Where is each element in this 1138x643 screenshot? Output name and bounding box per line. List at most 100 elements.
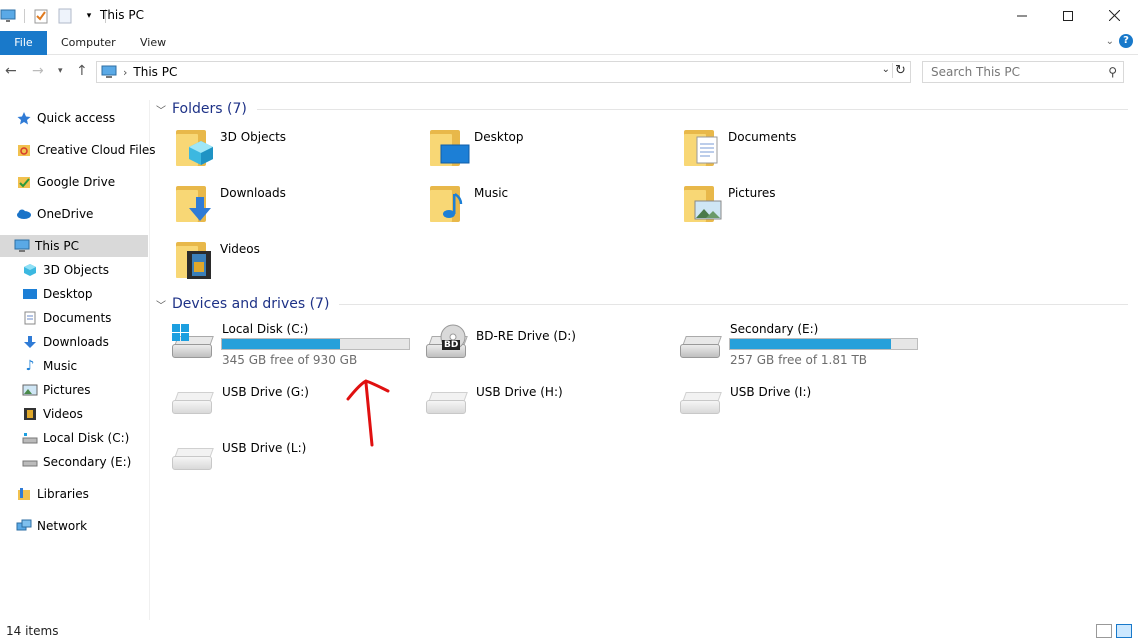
drive-tile-local-disk-c[interactable]: Local Disk (C:) 345 GB free of 930 GB [170,322,410,370]
sidebar-item-label: Downloads [43,335,109,349]
drive-tile-bd-re-d[interactable]: BD BD-RE Drive (D:) [424,322,664,370]
collapse-chevron-icon[interactable]: ﹀ [156,297,166,312]
folder-tile-desktop[interactable]: Desktop [428,126,524,170]
folder-label: Desktop [474,130,524,144]
sidebar-item-videos[interactable]: Videos [22,403,170,425]
content-pane: ﹀ Folders (7) 3D Objects Desktop Documen… [152,90,1132,620]
forward-arrow-icon[interactable]: → [32,63,44,79]
address-dropdown-icon[interactable]: ⌄ [882,64,890,75]
folder-documents-icon [682,126,726,170]
status-bar: 14 items [0,622,1138,643]
breadcrumb[interactable]: This PC [133,65,177,79]
tab-view[interactable]: View [128,31,178,55]
tab-computer[interactable]: Computer [49,31,128,55]
libraries-icon [16,486,32,502]
divider [339,303,1128,305]
expand-ribbon-icon[interactable]: ⌄ [1106,36,1114,47]
sidebar-item-label: Music [43,359,78,373]
drive-name: USB Drive (G:) [222,385,309,399]
star-icon [16,110,32,126]
sidebar-item-secondary-e[interactable]: Secondary (E:) [22,451,170,473]
sidebar-item-local-disk-c[interactable]: Local Disk (C:) [22,427,170,449]
recent-locations-icon[interactable]: ▾ [58,66,63,76]
breadcrumb-separator[interactable]: › [123,66,127,79]
sidebar-item-quick-access[interactable]: Quick access [16,107,164,129]
sidebar-item-label: Secondary (E:) [43,455,132,469]
sidebar-item-downloads[interactable]: Downloads [22,331,170,353]
drive-name: USB Drive (L:) [222,441,307,455]
refresh-icon[interactable]: ↻ [892,63,908,78]
collapse-chevron-icon[interactable]: ﹀ [156,102,166,117]
back-arrow-icon[interactable]: ← [5,63,17,79]
usb-drive-icon [170,378,214,422]
window-title: This PC [100,8,144,22]
sidebar-item-this-pc[interactable]: This PC [0,235,148,257]
properties-icon[interactable] [33,8,49,24]
item-count: 14 items [6,624,59,638]
drive-tile-usb-i[interactable]: USB Drive (I:) [678,378,918,426]
folder-tile-pictures[interactable]: Pictures [682,182,776,226]
folders-group-header[interactable]: ﹀ Folders (7) [156,99,1128,119]
group-title: Folders (7) [172,101,247,117]
folder-downloads-icon [174,182,218,226]
tiles-view-icon[interactable] [1116,624,1132,638]
sidebar-item-creative-cloud[interactable]: Creative Cloud Files [16,139,164,161]
sidebar-item-documents[interactable]: Documents [22,307,170,329]
folder-videos-icon [174,238,218,282]
folder-tile-videos[interactable]: Videos [174,238,260,282]
up-arrow-icon[interactable]: ↑ [76,63,88,79]
tab-file[interactable]: File [0,31,47,55]
divider [256,108,1128,110]
sidebar-item-label: Desktop [43,287,93,301]
hard-drive-icon [678,322,722,366]
monitor-icon [101,65,117,79]
folder-tile-documents[interactable]: Documents [682,126,796,170]
sidebar-item-label: Libraries [37,487,89,501]
desktop-icon [22,286,38,302]
sidebar-item-network[interactable]: Network [16,515,164,537]
sidebar-item-libraries[interactable]: Libraries [16,483,164,505]
hard-drive-windows-icon [170,322,214,366]
ribbon-tabs: File Computer View ⌄ ? [0,31,1138,55]
view-switcher [1096,624,1132,638]
videos-icon [22,406,38,422]
search-input[interactable]: Search This PC ⚲ [922,61,1124,83]
drive-name: USB Drive (H:) [476,385,563,399]
bd-badge: BD [442,340,461,350]
creative-cloud-icon [16,142,32,158]
folder-tile-downloads[interactable]: Downloads [174,182,286,226]
sidebar-item-label: Google Drive [37,175,116,189]
drive-name: Local Disk (C:) [222,322,309,336]
devices-group-header[interactable]: ﹀ Devices and drives (7) [156,294,1128,314]
sidebar-item-desktop[interactable]: Desktop [22,283,170,305]
customize-dropdown-icon[interactable]: ▾ [81,8,97,24]
details-view-icon[interactable] [1096,624,1112,638]
folder-tile-3d-objects[interactable]: 3D Objects [174,126,286,170]
sidebar-item-label: Network [37,519,88,533]
computer-icon[interactable] [0,8,16,24]
folder-3d-objects-icon [174,126,218,170]
maximize-button[interactable] [1045,0,1091,31]
disk-icon [22,430,38,446]
sidebar-item-3d-objects[interactable]: 3D Objects [22,259,170,281]
disk-icon [22,454,38,470]
drive-tile-usb-h[interactable]: USB Drive (H:) [424,378,664,426]
drive-free-space: 257 GB free of 1.81 TB [730,353,868,367]
address-bar[interactable]: › This PC ⌄ ↻ [96,61,911,83]
sidebar-item-onedrive[interactable]: OneDrive [16,203,164,225]
folder-music-icon [428,182,472,226]
folder-tile-music[interactable]: Music [428,182,508,226]
new-folder-icon[interactable] [57,8,73,24]
close-button[interactable] [1091,0,1137,31]
help-icon[interactable]: ? [1119,34,1133,48]
sidebar-item-music[interactable]: ♪ Music [22,355,170,377]
drive-name: BD-RE Drive (D:) [476,329,576,343]
sidebar-item-pictures[interactable]: Pictures [22,379,170,401]
drive-tile-secondary-e[interactable]: Secondary (E:) 257 GB free of 1.81 TB [678,322,938,370]
minimize-button[interactable] [999,0,1045,31]
drive-name: USB Drive (I:) [730,385,812,399]
usb-drive-icon [678,378,722,422]
sidebar-item-label: Local Disk (C:) [43,431,130,445]
folder-label: Downloads [220,186,286,200]
sidebar-item-google-drive[interactable]: Google Drive [16,171,164,193]
